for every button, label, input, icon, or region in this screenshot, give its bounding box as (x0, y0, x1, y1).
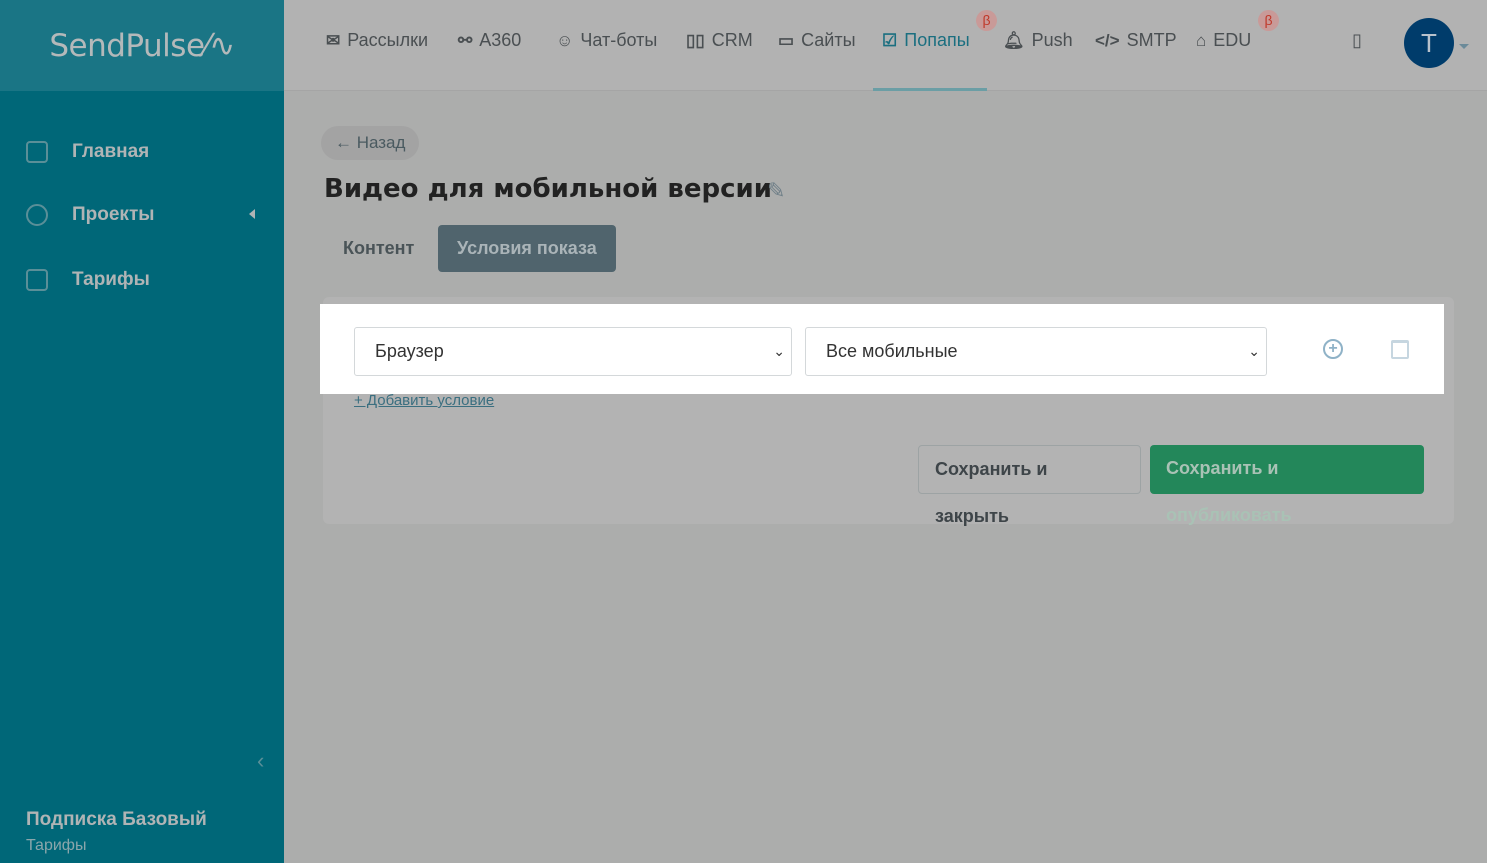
condition-type-select[interactable]: Браузер ⌄ (354, 327, 792, 376)
sidebar-item-projects[interactable]: Проекты (26, 204, 154, 226)
popup-icon: ☑ (882, 30, 898, 50)
avatar[interactable]: T (1404, 18, 1454, 68)
wallet-icon (26, 269, 48, 291)
kanban-icon: ▯▯ (686, 30, 705, 50)
tab-content[interactable]: Контент (324, 225, 433, 272)
chevron-down-icon[interactable] (1459, 44, 1469, 49)
dashboard-icon (26, 141, 48, 163)
tab-display-conditions[interactable]: Условия показа (438, 225, 616, 272)
chevron-down-icon: ⌄ (773, 343, 785, 359)
nav-crm[interactable]: ▯▯ CRM (686, 30, 753, 51)
edit-pencil-icon[interactable]: ✎ (767, 178, 785, 204)
save-publish-button[interactable]: Сохранить и опубликовать (1150, 445, 1424, 525)
save-close-button[interactable]: Сохранить и закрыть (918, 445, 1141, 526)
plans-link[interactable]: Тарифы (26, 837, 86, 855)
sidebar: Главная Проекты Тарифы ‹ Подписка Базовы… (0, 91, 284, 863)
beta-badge: β (976, 10, 997, 31)
mobile-app-icon[interactable]: ▯ (1352, 30, 1362, 51)
nav-push[interactable]: 🔔︎ Push (1003, 30, 1073, 51)
logo[interactable]: SendPulse ⁄∿ (0, 0, 284, 91)
condition-value-select[interactable]: Все мобильные ⌄ (805, 327, 1267, 376)
pulse-icon: ⁄∿ (204, 27, 236, 64)
active-tab-indicator (873, 88, 987, 91)
sidebar-item-plans[interactable]: Тарифы (26, 269, 150, 291)
add-circle-icon[interactable]: + (1323, 339, 1343, 359)
sidebar-item-home[interactable]: Главная (26, 141, 149, 163)
nav-campaigns[interactable]: ✉ Рассылки (326, 30, 428, 51)
flow-icon: ⚯ (458, 30, 473, 50)
back-button[interactable]: ← Назад (321, 126, 420, 160)
nav-smtp[interactable]: </> SMTP (1095, 30, 1177, 51)
nav-chatbots[interactable]: ☺ Чат-боты (556, 30, 657, 51)
add-condition-link[interactable]: + Добавить условие (354, 392, 494, 409)
mail-icon: ✉ (326, 30, 341, 50)
code-icon: </> (1095, 30, 1120, 50)
beta-badge: β (1258, 10, 1279, 31)
trash-icon[interactable] (1391, 340, 1409, 359)
expand-caret-icon[interactable] (249, 209, 255, 219)
nav-sites[interactable]: ▭ Сайты (778, 30, 856, 51)
subscription-label: Подписка Базовый (26, 809, 207, 830)
site-icon: ▭ (778, 30, 795, 50)
chevron-down-icon: ⌄ (1248, 343, 1260, 359)
nav-popups[interactable]: ☑ Попапы (882, 30, 970, 51)
graduation-icon: ⌂ (1196, 30, 1207, 50)
chat-icon: ☺ (556, 30, 574, 50)
nav-a360[interactable]: ⚯ A360 (458, 30, 521, 51)
nav-edu[interactable]: ⌂ EDU (1196, 30, 1251, 51)
page-title: Видео для мобильной версии (324, 174, 772, 204)
bell-icon: 🔔︎ (1003, 30, 1025, 50)
globe-icon (26, 204, 48, 226)
collapse-sidebar-icon[interactable]: ‹ (257, 748, 264, 774)
